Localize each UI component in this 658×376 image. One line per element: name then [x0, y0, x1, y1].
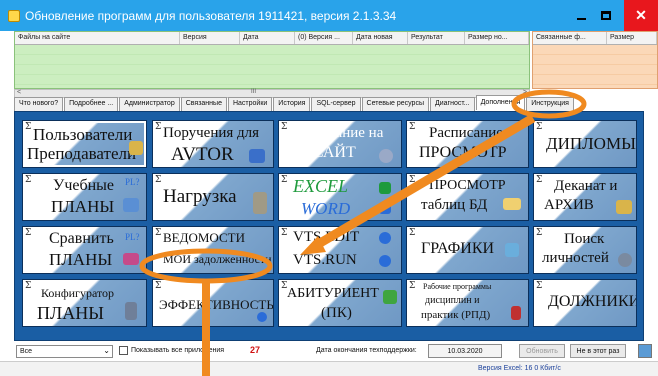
support-end-label: Дата окончания техподдержки: [316, 347, 417, 354]
related-files-grid[interactable]: Связанные ф... Размер [532, 31, 658, 89]
close-icon: ✕ [635, 7, 647, 23]
tab-sql-server[interactable]: SQL-сервер [311, 97, 361, 111]
bottom-bar: Все ⌄ Показывать все приложения 27 Дата … [0, 341, 658, 361]
tab-history[interactable]: История [273, 97, 311, 111]
tile-schedule[interactable]: Σ Расписание на САЙТ [278, 120, 402, 168]
not-this-time-button[interactable]: Не в этот раз [570, 344, 626, 358]
config-icon [125, 302, 137, 320]
show-all-label: Показывать все приложения [131, 347, 225, 354]
pl-badge: PL? [125, 232, 140, 242]
tile-teachers[interactable]: Σ Пользователи Преподаватели [22, 120, 147, 168]
col-new-version[interactable]: (0) Версия ... [295, 32, 353, 44]
status-text: Версия Excel: 16 0 Кбит/с [478, 365, 561, 372]
tile-plans[interactable]: Σ Учебные ПЛАНЫ PL? [22, 173, 147, 221]
addons-panel: Σ Пользователи Преподаватели Σ Поручения… [14, 111, 644, 341]
tile-avtor[interactable]: Σ Поручения для AVTOR [152, 120, 274, 168]
word-icon [379, 202, 391, 214]
tab-details[interactable]: Подробнее ... [64, 97, 119, 111]
col-related[interactable]: Связанные ф... [533, 32, 607, 44]
update-button[interactable]: Обновить [519, 344, 565, 358]
tile-applicant[interactable]: Σ АБИТУРИЕНТ (ПК) [278, 279, 402, 327]
document-icon [249, 149, 265, 163]
archive-icon [616, 200, 632, 214]
users-icon [129, 141, 143, 155]
table-icon [503, 198, 521, 210]
figure-icon [253, 192, 267, 214]
tab-network[interactable]: Сетевые ресурсы [361, 97, 429, 111]
tab-admin[interactable]: Администратор [119, 97, 180, 111]
tab-diagnostics[interactable]: Диагност... [429, 97, 475, 111]
tile-statements[interactable]: Σ ВЕДОМОСТИ МОИ задолженности [152, 226, 274, 274]
excel-icon [379, 182, 391, 194]
tile-vts[interactable]: Σ VTS.EDIT VTS.RUN [278, 226, 402, 274]
tile-graphs[interactable]: Σ ГРАФИКИ [406, 226, 529, 274]
col-new-date[interactable]: Дата новая [353, 32, 408, 44]
scroll-thumb[interactable]: III [251, 89, 256, 95]
tile-load[interactable]: Σ Нагрузка [152, 173, 274, 221]
title-bar: Обновление программ для пользователя 191… [0, 0, 658, 31]
tile-db-view[interactable]: Σ ПРОСМОТР таблиц БД [406, 173, 529, 221]
files-grid-body[interactable] [15, 45, 529, 87]
support-date-field[interactable]: 10.03.2020 [428, 344, 502, 358]
tile-debtors[interactable]: Σ ДОЛЖНИКИ [533, 279, 637, 327]
tile-search[interactable]: Σ Поиск личностей [533, 226, 637, 274]
col-files[interactable]: Файлы на сайте [15, 32, 180, 44]
tile-rpd[interactable]: Σ Рабочие программы дисциплин и практик … [406, 279, 529, 327]
tab-related[interactable]: Связанные [180, 97, 227, 111]
vts-run-icon [379, 255, 391, 267]
status-bar: Версия Excel: 16 0 Кбит/с [0, 361, 658, 376]
tile-configurator[interactable]: Σ Конфигуратор ПЛАНЫ [22, 279, 147, 327]
app-icon [8, 9, 20, 22]
files-grid[interactable]: Файлы на сайте Версия Дата (0) Версия ..… [14, 31, 530, 89]
plan-icon [123, 198, 139, 212]
col-new-size[interactable]: Размер но... [465, 32, 529, 44]
related-grid-body[interactable] [533, 45, 657, 88]
tab-instructions[interactable]: Инструкция [526, 97, 574, 111]
tile-compare-plans[interactable]: Σ Сравнить ПЛАНЫ PL? [22, 226, 147, 274]
tile-excel-word[interactable]: Σ EXCEL WORD [278, 173, 402, 221]
search-icon [618, 253, 632, 267]
tile-diplomas[interactable]: Σ ДИПЛОМЫ [533, 120, 637, 168]
gauge-icon [257, 312, 267, 322]
col-result[interactable]: Результат [408, 32, 465, 44]
col-date[interactable]: Дата [240, 32, 295, 44]
chevron-down-icon: ⌄ [103, 346, 110, 355]
tab-strip: Что нового? Подробнее ... Администратор … [14, 95, 575, 111]
window-title: Обновление программ для пользователя 191… [25, 8, 397, 23]
speaker-icon [379, 149, 393, 163]
tile-dean-archive[interactable]: Σ Деканат и АРХИВ [533, 173, 637, 221]
show-all-checkbox[interactable] [119, 346, 128, 355]
close-button[interactable]: ✕ [624, 0, 658, 31]
applicant-icon [383, 290, 397, 304]
chart-icon [505, 243, 519, 257]
book-icon [511, 306, 521, 320]
tab-settings[interactable]: Настройки [227, 97, 273, 111]
tile-schedule-view[interactable]: Σ Расписание ПРОСМОТР [406, 120, 529, 168]
scroll-left-icon[interactable]: < [17, 89, 21, 96]
tab-whats-new[interactable]: Что нового? [14, 97, 64, 111]
vts-edit-icon [379, 232, 391, 244]
apps-count: 27 [250, 345, 261, 355]
tile-efficiency[interactable]: Σ ЭФФЕКТИВНОСТЬ [152, 279, 274, 327]
filter-select[interactable]: Все ⌄ [16, 345, 113, 358]
refresh-icon[interactable] [638, 344, 652, 358]
compare-icon [123, 253, 139, 265]
tab-addons[interactable]: Дополнения [475, 95, 526, 110]
maximize-button[interactable] [588, 0, 624, 31]
col-size[interactable]: Размер [607, 32, 657, 44]
pl-badge: PL? [125, 177, 140, 187]
col-version[interactable]: Версия [180, 32, 240, 44]
filter-value: Все [20, 348, 33, 355]
app-window: { "window":{"title":"Обновление программ… [0, 0, 658, 376]
